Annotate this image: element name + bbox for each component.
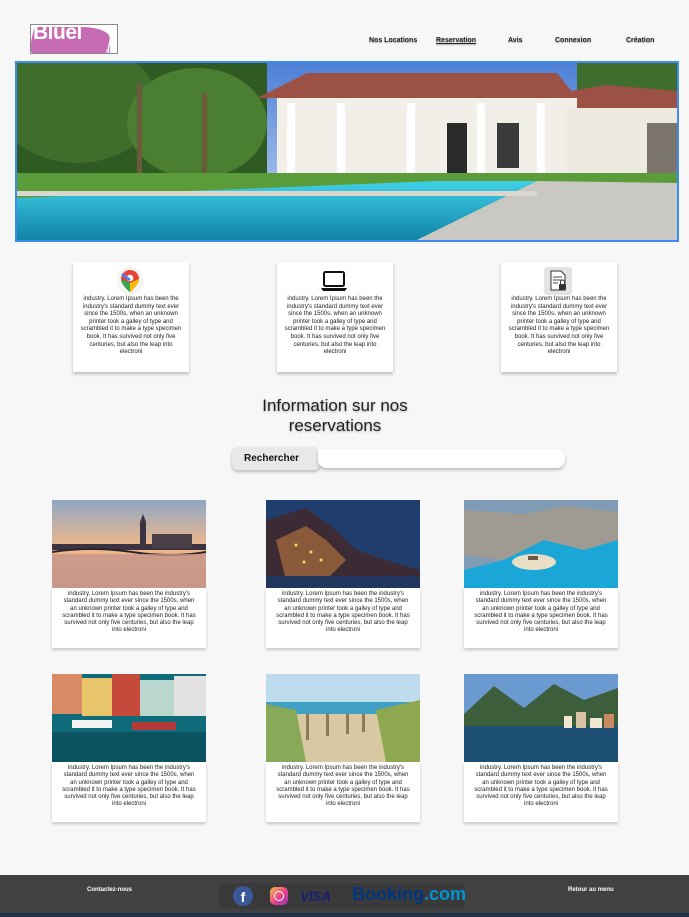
feature-card-secure: industry. Lorem Ipsum has been the indus… xyxy=(501,262,617,372)
main-nav: Nos Locations Reservation Avis Connexion… xyxy=(0,37,689,49)
visa-logo: VISA xyxy=(300,888,331,904)
hero-banner-image xyxy=(15,61,679,242)
destination-text: industry. Lorem Ipsum has been the indus… xyxy=(464,588,618,648)
site-footer: Contactez-nous Retour au menu xyxy=(0,875,689,917)
map-pin-icon xyxy=(116,267,144,295)
destination-text: industry. Lorem Ipsum has been the indus… xyxy=(464,762,618,822)
london-image xyxy=(52,500,206,588)
feature-text: industry. Lorem Ipsum has been the indus… xyxy=(80,296,182,356)
nav-avis[interactable]: Avis xyxy=(508,37,523,44)
feature-card-location: industry. Lorem Ipsum has been the indus… xyxy=(73,262,189,372)
nav-creation[interactable]: Création xyxy=(626,37,654,44)
destination-card[interactable]: industry. Lorem Ipsum has been the indus… xyxy=(52,500,206,648)
destination-card[interactable]: industry. Lorem Ipsum has been the indus… xyxy=(464,500,618,648)
beach-path-image xyxy=(266,674,420,762)
document-lock-icon xyxy=(544,267,572,295)
booking-logo-tld: .com xyxy=(424,884,467,904)
cinque-terre-image xyxy=(266,500,420,588)
feature-card-online: industry. Lorem Ipsum has been the indus… xyxy=(277,262,393,372)
destination-text: industry. Lorem Ipsum has been the indus… xyxy=(266,762,420,822)
booking-logo[interactable]: Booking.com xyxy=(352,884,466,905)
laptop-icon xyxy=(321,271,347,291)
section-title: Information sur nos reservations xyxy=(262,396,408,435)
back-to-menu-link[interactable]: Retour au menu xyxy=(568,887,614,893)
destination-text: industry. Lorem Ipsum has been the indus… xyxy=(52,762,206,822)
navagio-beach-image xyxy=(464,500,618,588)
nav-reservation[interactable]: Reservation xyxy=(436,37,476,44)
destination-card[interactable]: industry. Lorem Ipsum has been the indus… xyxy=(266,674,420,822)
footer-bottom-bar xyxy=(0,913,689,917)
destination-text: industry. Lorem Ipsum has been the indus… xyxy=(52,588,206,648)
destination-card[interactable]: industry. Lorem Ipsum has been the indus… xyxy=(266,500,420,648)
facebook-icon[interactable]: f xyxy=(233,886,253,906)
destination-card[interactable]: industry. Lorem Ipsum has been the indus… xyxy=(52,674,206,822)
nav-connexion[interactable]: Connexion xyxy=(555,37,591,44)
destination-text: industry. Lorem Ipsum has been the indus… xyxy=(266,588,420,648)
destination-card[interactable]: industry. Lorem Ipsum has been the indus… xyxy=(464,674,618,822)
feature-text: industry. Lorem Ipsum has been the indus… xyxy=(284,296,386,356)
feature-text: industry. Lorem Ipsum has been the indus… xyxy=(508,296,610,356)
harbor-houses-image xyxy=(52,674,206,762)
lake-village-image xyxy=(464,674,618,762)
contact-link[interactable]: Contactez-nous xyxy=(87,887,132,893)
booking-logo-main: Booking xyxy=(352,884,424,904)
instagram-icon[interactable] xyxy=(270,887,288,905)
search-button[interactable]: Rechercher xyxy=(232,447,320,470)
search-input[interactable] xyxy=(318,449,565,468)
nav-nos-locations[interactable]: Nos Locations xyxy=(369,37,417,44)
